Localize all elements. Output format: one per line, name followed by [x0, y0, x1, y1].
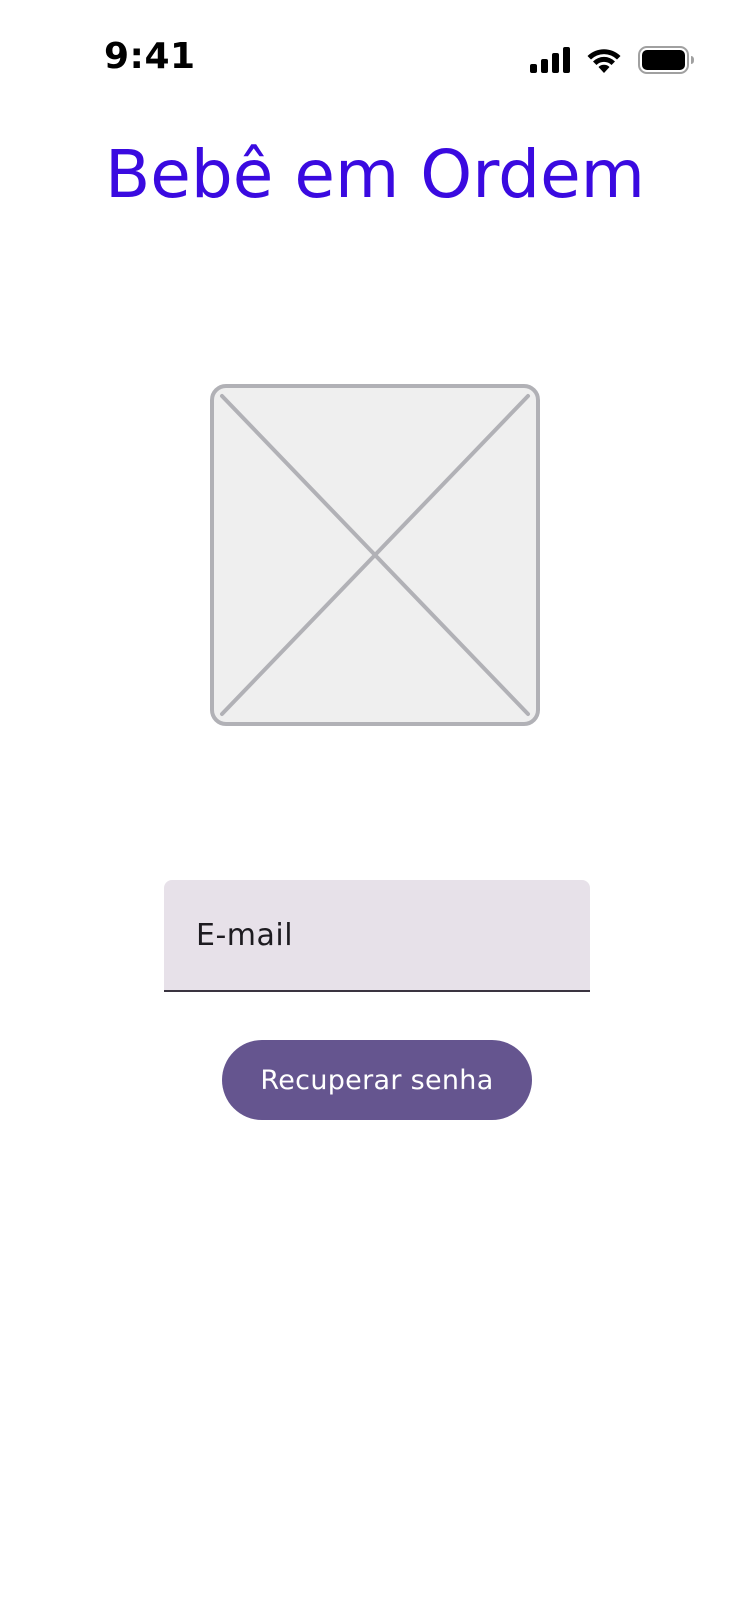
- battery-icon: [638, 46, 694, 74]
- status-bar: 9:41: [0, 0, 750, 110]
- email-field[interactable]: [164, 880, 590, 992]
- status-time: 9:41: [104, 36, 196, 77]
- recover-password-button[interactable]: Recuperar senha: [222, 1040, 532, 1120]
- status-icons: [530, 44, 694, 76]
- wifi-icon: [587, 49, 621, 73]
- cellular-signal-icon: [530, 47, 570, 73]
- email-input[interactable]: [196, 880, 566, 990]
- app-title: Bebê em Ordem: [105, 136, 645, 213]
- image-placeholder-icon: [210, 384, 540, 726]
